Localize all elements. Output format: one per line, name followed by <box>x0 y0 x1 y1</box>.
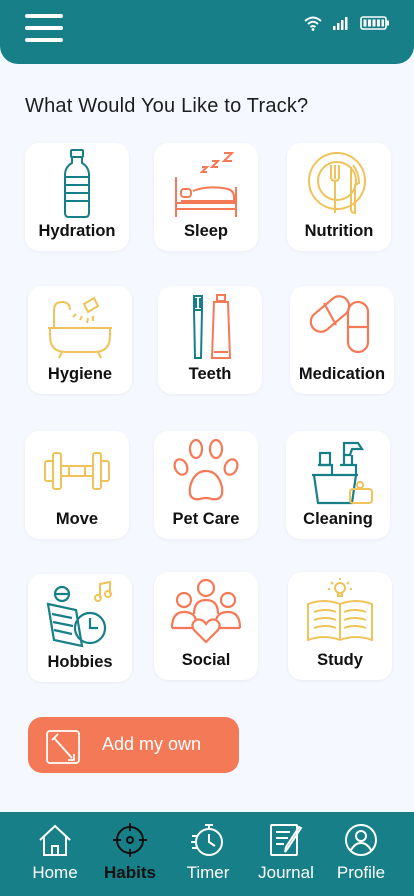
bed-sleep-icon <box>175 152 237 217</box>
status-bar <box>304 15 390 31</box>
add-my-own-label: Add my own <box>102 734 202 754</box>
nav-label: Habits <box>104 863 156 882</box>
journal-pen-icon <box>270 824 303 856</box>
user-profile-icon <box>345 824 377 856</box>
nav-habits[interactable]: Habits <box>92 812 168 896</box>
water-bottle-icon <box>64 149 90 218</box>
category-sleep[interactable]: Sleep <box>154 143 258 251</box>
nav-label: Profile <box>336 863 386 882</box>
category-move[interactable]: Move <box>25 431 129 539</box>
nav-profile[interactable]: Profile <box>323 812 399 896</box>
category-hygiene[interactable]: Hygiene <box>28 286 132 394</box>
category-label: Study <box>317 651 363 669</box>
category-label: Nutrition <box>304 222 374 240</box>
bathtub-shower-icon <box>48 296 112 359</box>
category-label: Pet Care <box>172 510 240 528</box>
toothbrush-toothpaste-icon <box>192 294 232 359</box>
category-cleaning[interactable]: Cleaning <box>286 431 390 539</box>
battery-icon <box>360 16 389 30</box>
category-teeth[interactable]: Teeth <box>158 286 262 394</box>
category-hobbies[interactable]: Hobbies <box>28 574 132 682</box>
dumbbell-icon <box>44 452 110 490</box>
category-label: Medication <box>298 365 386 383</box>
pill-capsule-icon <box>309 295 370 354</box>
category-study[interactable]: Study <box>288 572 392 680</box>
edit-note-icon <box>46 730 80 764</box>
category-medication[interactable]: Medication <box>290 286 394 394</box>
paw-print-icon <box>173 438 239 501</box>
page-title: What Would You Like to Track? <box>25 95 309 117</box>
nav-journal[interactable]: Journal <box>248 812 324 896</box>
top-bar <box>0 0 414 64</box>
category-label: Hydration <box>38 222 116 240</box>
nav-label: Journal <box>258 863 314 882</box>
hamburger-menu-icon[interactable] <box>25 14 65 44</box>
nav-label: Timer <box>186 863 230 882</box>
target-icon <box>113 823 147 857</box>
wifi-icon <box>304 16 322 31</box>
category-label: Sleep <box>183 222 229 240</box>
plate-fork-knife-icon <box>308 152 366 215</box>
nav-timer[interactable]: Timer <box>170 812 246 896</box>
category-hydration[interactable]: Hydration <box>25 143 129 251</box>
people-heart-icon <box>170 578 242 644</box>
category-label: Teeth <box>188 365 232 383</box>
nav-home[interactable]: Home <box>17 812 93 896</box>
book-music-clock-icon <box>46 580 112 648</box>
category-label: Hobbies <box>47 653 113 671</box>
nav-label: Home <box>32 863 78 882</box>
add-my-own-button[interactable]: Add my own <box>28 717 239 773</box>
home-icon <box>39 824 71 856</box>
stopwatch-icon <box>191 824 223 856</box>
category-social[interactable]: Social <box>154 572 258 680</box>
open-book-lightbulb-icon <box>307 578 373 642</box>
category-label: Move <box>55 510 99 528</box>
category-nutrition[interactable]: Nutrition <box>287 143 391 251</box>
bottom-navigation: Home Habits Timer Journal Profile <box>0 812 414 896</box>
category-label: Hygiene <box>47 365 113 383</box>
category-label: Cleaning <box>303 510 373 528</box>
signal-icon <box>333 17 348 30</box>
cleaning-supplies-icon <box>312 441 373 505</box>
category-pet-care[interactable]: Pet Care <box>154 431 258 539</box>
category-label: Social <box>181 651 231 669</box>
